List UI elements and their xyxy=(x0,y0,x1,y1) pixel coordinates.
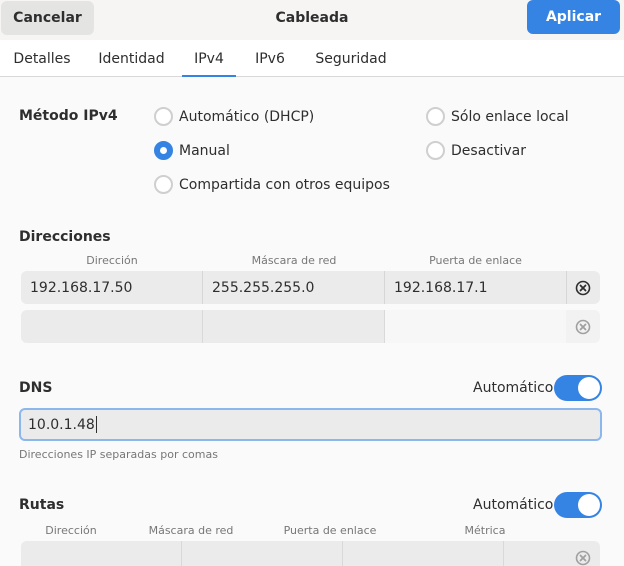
netmask-input[interactable]: 255.255.255.0 xyxy=(203,271,384,304)
netmask-input[interactable] xyxy=(203,310,384,343)
dns-label: DNS xyxy=(19,380,53,396)
ipv4-settings-panel: Método IPv4 Automático (DHCP) Manual Com… xyxy=(0,77,624,566)
remove-circle-icon xyxy=(575,550,591,565)
address-row-empty xyxy=(21,310,600,343)
dns-input-value: 10.0.1.48 xyxy=(28,416,95,433)
tab-details[interactable]: Detalles xyxy=(6,40,78,77)
cell-divider xyxy=(566,271,567,304)
route-row xyxy=(21,541,600,566)
header-bar: Cableada Cancelar Aplicar xyxy=(0,0,624,40)
address-input[interactable]: 192.168.17.50 xyxy=(21,271,202,304)
column-header-metric: Métrica xyxy=(464,524,506,537)
radio-disable[interactable]: Desactivar xyxy=(426,141,526,160)
cell-divider xyxy=(181,541,182,566)
gateway-input[interactable] xyxy=(385,310,566,343)
radio-automatic-dhcp[interactable]: Automático (DHCP) xyxy=(154,107,314,126)
radio-label: Automático (DHCP) xyxy=(179,108,315,125)
column-header-address: Dirección xyxy=(45,524,97,537)
radio-indicator-checked xyxy=(154,141,173,160)
delete-address-button[interactable] xyxy=(566,310,600,343)
routes-auto-label: Automático xyxy=(473,497,554,513)
cell-divider xyxy=(202,310,203,343)
radio-label: Sólo enlace local xyxy=(451,108,569,125)
cancel-button[interactable]: Cancelar xyxy=(1,1,94,35)
addresses-label: Direcciones xyxy=(19,229,111,245)
column-header-gateway: Puerta de enlace xyxy=(283,524,377,537)
delete-route-button[interactable] xyxy=(566,541,600,566)
tab-ipv4[interactable]: IPv4 xyxy=(182,40,236,78)
radio-indicator xyxy=(426,107,445,126)
cell-divider xyxy=(384,310,385,343)
radio-indicator xyxy=(154,175,173,194)
route-netmask-input[interactable] xyxy=(182,541,342,566)
column-header-netmask: Máscara de red xyxy=(148,524,234,537)
routes-auto-switch[interactable] xyxy=(554,492,602,518)
remove-circle-icon xyxy=(575,319,591,334)
tab-security[interactable]: Seguridad xyxy=(308,40,394,77)
cell-divider xyxy=(342,541,343,566)
radio-shared[interactable]: Compartida con otros equipos xyxy=(154,175,390,194)
address-row: 192.168.17.50 255.255.255.0 192.168.17.1 xyxy=(21,271,600,304)
text-caret xyxy=(95,416,97,433)
route-gateway-input[interactable] xyxy=(343,541,503,566)
cell-divider xyxy=(202,271,203,304)
dns-hint: Direcciones IP separadas por comas xyxy=(19,448,218,461)
radio-indicator xyxy=(154,107,173,126)
radio-label: Manual xyxy=(179,142,230,159)
radio-link-local[interactable]: Sólo enlace local xyxy=(426,107,569,126)
gateway-input[interactable]: 192.168.17.1 xyxy=(385,271,566,304)
address-input[interactable] xyxy=(21,310,202,343)
column-header-address: Dirección xyxy=(86,254,138,267)
tab-ipv6[interactable]: IPv6 xyxy=(246,40,294,77)
tab-identity[interactable]: Identidad xyxy=(92,40,171,77)
radio-label: Desactivar xyxy=(451,142,526,159)
radio-label: Compartida con otros equipos xyxy=(179,176,390,193)
dns-auto-switch[interactable] xyxy=(554,375,602,401)
routes-label: Rutas xyxy=(19,497,65,513)
ipv4-method-label: Método IPv4 xyxy=(19,108,118,124)
route-metric-input[interactable] xyxy=(504,541,566,566)
dns-input[interactable]: 10.0.1.48 xyxy=(19,408,602,441)
remove-circle-icon xyxy=(575,280,591,295)
tab-bar: Detalles Identidad IPv4 IPv6 Seguridad xyxy=(0,40,624,78)
dialog-title: Cableada xyxy=(275,10,349,26)
cell-divider xyxy=(384,271,385,304)
cell-divider xyxy=(503,541,504,566)
delete-address-button[interactable] xyxy=(566,271,600,304)
apply-button[interactable]: Aplicar xyxy=(527,0,620,34)
column-header-netmask: Máscara de red xyxy=(251,254,337,267)
route-address-input[interactable] xyxy=(21,541,181,566)
radio-manual[interactable]: Manual xyxy=(154,141,230,160)
dns-auto-label: Automático xyxy=(473,380,554,396)
radio-indicator xyxy=(426,141,445,160)
column-header-gateway: Puerta de enlace xyxy=(429,254,522,267)
